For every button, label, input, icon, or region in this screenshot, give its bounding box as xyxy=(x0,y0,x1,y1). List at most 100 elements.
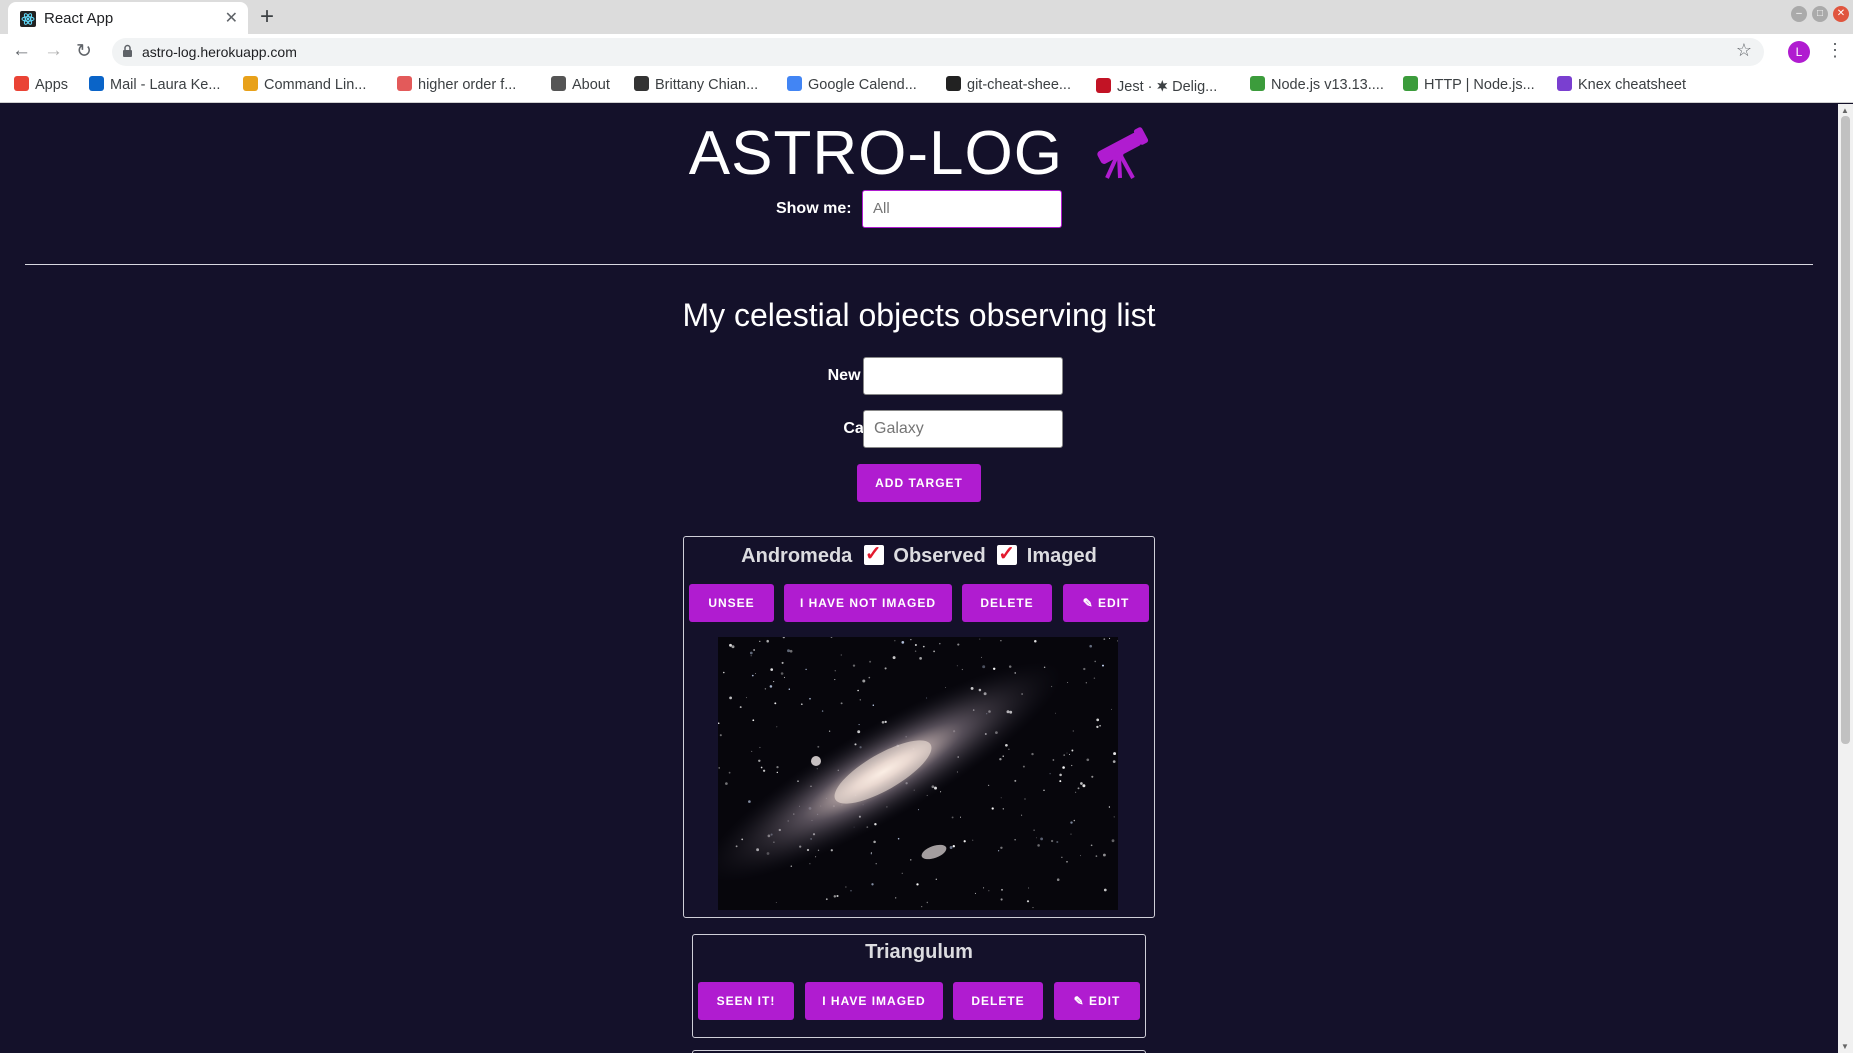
bookmark-item[interactable]: Brittany Chian... xyxy=(634,76,758,96)
star xyxy=(1111,708,1112,710)
new-tab-icon[interactable]: + xyxy=(260,3,274,31)
star xyxy=(872,704,875,706)
reload-icon[interactable]: ↻ xyxy=(76,40,92,63)
bookmark-item[interactable]: Jest · 🟋 Delig... xyxy=(1096,76,1217,96)
star xyxy=(1073,819,1076,822)
star xyxy=(1102,664,1104,667)
forward-arrow-icon[interactable]: → xyxy=(44,40,63,62)
bookmark-label: Mail - Laura Ke... xyxy=(110,77,221,93)
star xyxy=(1035,837,1037,839)
bookmark-item[interactable]: About xyxy=(551,76,610,96)
star xyxy=(917,809,920,811)
url-text: astro-log.herokuapp.com xyxy=(142,44,297,60)
star xyxy=(718,722,720,724)
bookmark-item[interactable]: higher order f... xyxy=(397,76,516,96)
maximize-icon[interactable]: □ xyxy=(1812,6,1828,22)
checkbox-observed[interactable]: ✓ xyxy=(863,543,884,565)
edit-button[interactable]: ✎ EDIT xyxy=(1063,584,1149,622)
star xyxy=(1024,798,1026,800)
star xyxy=(774,702,777,705)
checkbox-imaged[interactable]: ✓ xyxy=(997,543,1018,565)
star xyxy=(1085,682,1087,684)
bookmark-item[interactable]: Apps xyxy=(14,76,68,96)
star xyxy=(850,889,852,892)
star xyxy=(775,902,777,903)
bookmark-favicon-icon xyxy=(787,76,802,91)
star xyxy=(987,784,990,787)
star xyxy=(1113,752,1117,756)
star xyxy=(873,840,876,844)
star xyxy=(776,765,779,769)
back-arrow-icon[interactable]: ← xyxy=(12,40,31,62)
bookmark-favicon-icon xyxy=(946,76,961,91)
star xyxy=(983,887,985,889)
window-close-icon[interactable]: ✕ xyxy=(1833,6,1849,22)
unsee-button[interactable]: UNSEE xyxy=(689,584,774,622)
have-imaged-button[interactable]: I HAVE IMAGED xyxy=(805,982,943,1020)
profile-avatar[interactable]: L xyxy=(1788,41,1810,63)
star xyxy=(1021,814,1023,816)
bookmark-item[interactable]: git-cheat-shee... xyxy=(946,76,1071,96)
star xyxy=(769,685,773,688)
star xyxy=(1000,898,1003,901)
star xyxy=(759,640,761,642)
browser-tab[interactable]: React App ✕ xyxy=(8,2,248,34)
star xyxy=(751,674,754,677)
bookmark-favicon-icon xyxy=(89,76,104,91)
scrollbar-thumb[interactable] xyxy=(1841,116,1850,744)
seen-it-button[interactable]: SEEN IT! xyxy=(698,982,794,1020)
star xyxy=(916,883,919,886)
star xyxy=(884,667,887,670)
star xyxy=(780,672,784,675)
andromeda-image xyxy=(718,637,1118,910)
star xyxy=(752,719,755,722)
star xyxy=(949,846,953,849)
star xyxy=(1099,724,1101,727)
star xyxy=(1040,837,1044,841)
star xyxy=(1032,907,1034,909)
new-target-input[interactable] xyxy=(863,357,1063,395)
scrollbar[interactable]: ▲ ▼ xyxy=(1838,104,1853,1053)
close-icon[interactable]: ✕ xyxy=(225,8,238,28)
bookmark-item[interactable]: Mail - Laura Ke... xyxy=(89,76,220,96)
star xyxy=(1093,677,1096,679)
star xyxy=(897,837,900,840)
target-name: Andromeda xyxy=(741,545,853,567)
star xyxy=(1067,682,1069,683)
minimize-icon[interactable]: – xyxy=(1791,6,1807,22)
delete-button[interactable]: DELETE xyxy=(962,584,1052,622)
star xyxy=(809,697,811,700)
category-input[interactable]: Galaxy xyxy=(863,410,1063,448)
react-icon xyxy=(20,11,36,27)
star xyxy=(1000,797,1002,799)
star xyxy=(1089,644,1093,648)
address-bar[interactable]: astro-log.herokuapp.com ☆ xyxy=(112,38,1764,66)
checkmark-icon: ✓ xyxy=(998,543,1015,565)
bookmark-item[interactable]: Node.js v13.13.... xyxy=(1250,76,1384,96)
star xyxy=(1014,839,1016,841)
scroll-up-icon[interactable]: ▲ xyxy=(1841,106,1849,115)
kebab-menu-icon[interactable]: ⋮ xyxy=(1826,40,1844,61)
bookmark-star-icon[interactable]: ☆ xyxy=(1736,40,1752,61)
bookmark-item[interactable]: HTTP | Node.js... xyxy=(1403,76,1535,96)
star xyxy=(910,859,912,861)
star xyxy=(1002,808,1004,810)
star xyxy=(748,800,751,803)
star xyxy=(1000,846,1003,850)
bookmark-item[interactable]: Knex cheatsheet xyxy=(1557,76,1686,96)
star xyxy=(817,745,820,748)
edit-button[interactable]: ✎ EDIT xyxy=(1054,982,1140,1020)
bookmark-item[interactable]: Google Calend... xyxy=(787,76,917,96)
add-target-button[interactable]: ADD TARGET xyxy=(857,464,981,502)
bookmark-item[interactable]: Command Lin... xyxy=(243,76,366,96)
list-heading: My celestial objects observing list xyxy=(682,297,1156,333)
star xyxy=(859,699,862,701)
filter-select[interactable]: All xyxy=(862,190,1062,228)
delete-button[interactable]: DELETE xyxy=(953,982,1043,1020)
star xyxy=(997,850,1000,852)
scroll-down-icon[interactable]: ▼ xyxy=(1841,1042,1849,1051)
star xyxy=(1072,730,1074,732)
star xyxy=(1043,789,1045,792)
star xyxy=(751,750,753,752)
not-imaged-button[interactable]: I HAVE NOT IMAGED xyxy=(784,584,952,622)
